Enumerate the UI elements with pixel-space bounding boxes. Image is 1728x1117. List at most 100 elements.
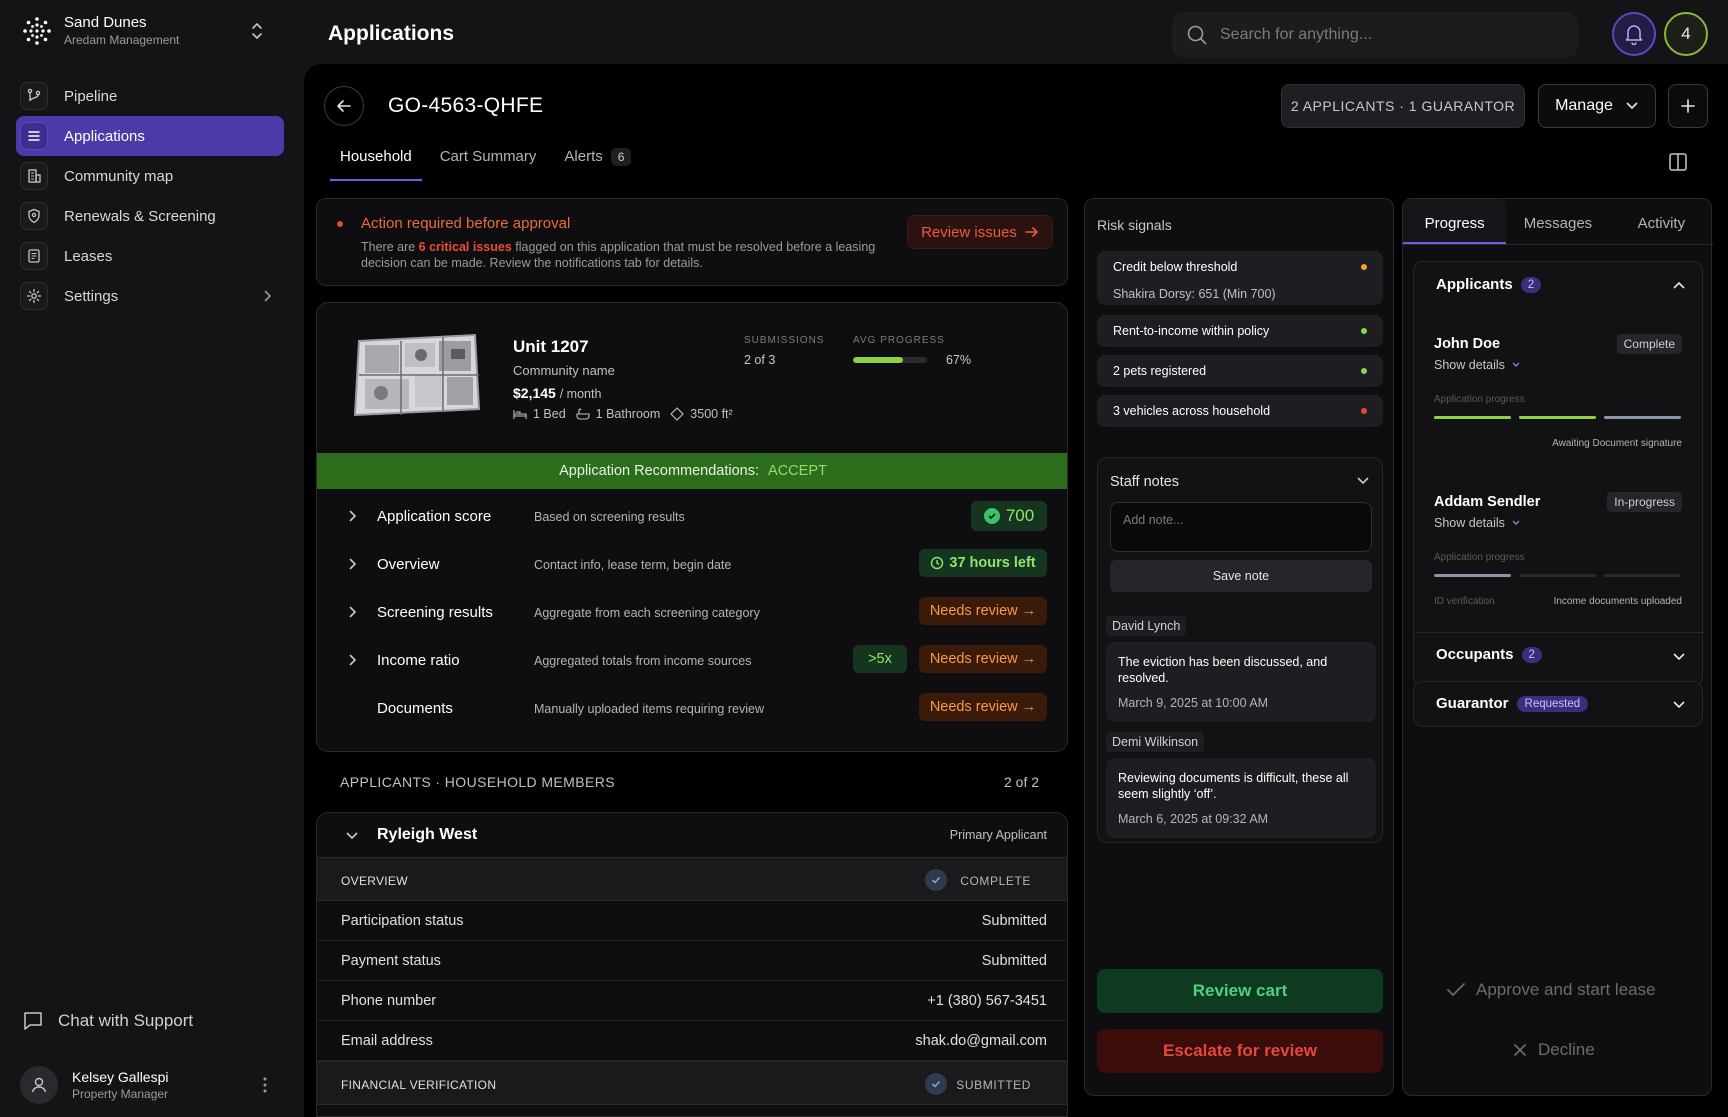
financial-section[interactable]: FINANCIAL VERIFICATION SUBMITTED [317,1061,1067,1105]
show-details-toggle[interactable]: Show details [1434,516,1521,530]
back-button[interactable] [324,86,364,126]
progress-label: Application progress [1434,394,1525,405]
decline-button[interactable]: Decline [1512,1040,1595,1060]
tab-activity[interactable]: Activity [1610,199,1713,244]
sidebar-item-community-map[interactable]: Community map [16,156,284,196]
occupants-count: 2 [1521,646,1542,663]
sidebar-item-renewals[interactable]: Renewals & Screening [16,196,284,236]
user-role: Property Manager [72,1087,169,1101]
save-note-button[interactable]: Save note [1110,560,1372,592]
risk-signal[interactable]: Rent-to-income within policy [1097,315,1383,347]
sidebar-item-settings[interactable]: Settings [16,276,284,316]
chevron-up-icon[interactable] [1672,280,1686,290]
sidebar-item-pipeline[interactable]: Pipeline [16,76,284,116]
split-view-icon[interactable] [1668,152,1688,172]
note-text: Reviewing documents is difficult, these … [1118,771,1349,801]
guarantor-status: Requested [1516,695,1589,712]
count-badge[interactable]: 4 [1664,12,1708,56]
chevron-down-icon [1512,362,1520,367]
chat-support-link[interactable]: Chat with Support [22,1010,193,1032]
show-details-label: Show details [1434,358,1505,372]
needs-review-button[interactable]: Needs review → [919,597,1047,625]
signal-title: Rent-to-income within policy [1113,324,1270,338]
review-issues-label: Review issues [921,223,1017,241]
applicants-accordion: Applicants 2 John Doe Complete Show detai… [1413,261,1704,687]
risk-signal[interactable]: 3 vehicles across household [1097,395,1383,427]
check-row-income-ratio[interactable]: Income ratio Aggregated totals from inco… [317,637,1067,685]
user-name: Kelsey Gallespi [72,1069,169,1085]
check-icon [1447,983,1465,997]
applicant-status: In-progress [1607,492,1682,512]
applicant-name: John Doe [1434,336,1501,352]
guarantor-accordion[interactable]: Guarantor Requested [1413,681,1703,727]
chevron-down-icon[interactable] [1672,652,1686,662]
tab-messages[interactable]: Messages [1506,199,1609,244]
occupants-title[interactable]: Occupants 2 [1436,646,1542,663]
add-button[interactable] [1668,84,1708,128]
chevron-right-icon [349,558,357,570]
sidebar-item-label: Community map [64,167,174,185]
note-author: David Lynch [1106,616,1187,636]
avg-progress-label: AVG PROGRESS [853,335,945,346]
field-label: Email address [341,1033,433,1049]
tab-progress[interactable]: Progress [1403,199,1507,244]
signal-title: 2 pets registered [1113,364,1207,378]
check-row-overview[interactable]: Overview Contact info, lease term, begin… [317,541,1067,589]
field-payment: Payment status Submitted [317,941,1067,981]
score-badge: 700 [971,501,1047,531]
tab-household[interactable]: Household [330,142,422,181]
check-desc: Manually uploaded items requiring review [534,702,764,716]
user-profile[interactable]: Kelsey Gallespi Property Manager [20,1066,169,1104]
manage-button[interactable]: Manage [1538,84,1656,128]
sidebar-item-applications[interactable]: Applications [16,116,284,156]
review-issues-button[interactable]: Review issues [907,215,1053,249]
chevron-down-icon[interactable] [1356,476,1370,486]
check-row-screening[interactable]: Screening results Aggregate from each sc… [317,589,1067,637]
progress-segment [1519,574,1596,577]
escalate-button[interactable]: Escalate for review [1097,1029,1383,1073]
review-cart-button[interactable]: Review cart [1097,969,1383,1013]
divider [1414,632,1704,633]
chevron-down-icon[interactable] [1672,700,1686,710]
brand[interactable]: Sand Dunes Aredam Management [22,14,179,48]
note-input[interactable] [1110,502,1372,552]
decline-label: Decline [1538,1040,1595,1059]
note-date: March 9, 2025 at 10:00 AM [1118,696,1269,710]
risk-signal[interactable]: 2 pets registered [1097,355,1383,387]
progress-segment [1434,416,1511,419]
show-details-toggle[interactable]: Show details [1434,358,1521,372]
field-label: Payment status [341,953,441,969]
applicants-title[interactable]: Applicants 2 [1436,276,1542,293]
needs-review-button[interactable]: Needs review → [919,645,1047,673]
check-row-documents[interactable]: Documents Manually uploaded items requir… [317,685,1067,733]
financial-label: FINANCIAL VERIFICATION [341,1078,497,1092]
approve-lease-button[interactable]: Approve and start lease [1446,980,1656,1000]
chevron-updown-icon[interactable] [250,22,264,40]
alerts-count: 6 [610,148,632,166]
risk-title: Risk signals [1097,217,1172,233]
recommendation-banner: Application Recommendations: ACCEPT [317,453,1067,489]
score-value: 700 [1005,506,1035,525]
progress-segment [1519,416,1596,419]
field-email: Email address shak.do@gmail.com [317,1021,1067,1061]
check-circle-icon [925,869,947,891]
list-icon [20,122,48,150]
sidebar-item-leases[interactable]: Leases [16,236,284,276]
notifications-button[interactable] [1612,12,1656,56]
time-left-badge: 37 hours left [919,549,1047,577]
chat-bubble-icon [24,1012,42,1030]
member-header[interactable]: Ryleigh West Primary Applicant [317,813,1067,857]
tab-cart-summary[interactable]: Cart Summary [430,142,547,181]
search-input[interactable] [1220,26,1550,44]
check-row-application-score[interactable]: Application score Based on screening res… [317,493,1067,541]
search-bar[interactable] [1172,12,1578,58]
check-desc: Contact info, lease term, begin date [534,558,732,572]
more-vertical-icon[interactable] [262,1076,268,1094]
tab-alerts[interactable]: Alerts 6 [554,142,641,181]
risk-signal[interactable]: Credit below threshold Shakira Dorsy: 65… [1097,251,1383,305]
area-icon [670,407,685,421]
needs-review-button[interactable]: Needs review → [919,693,1047,721]
overview-section[interactable]: OVERVIEW COMPLETE [317,857,1067,901]
progress-segment [1434,574,1511,577]
field-phone: Phone number +1 (380) 567-3451 [317,981,1067,1021]
